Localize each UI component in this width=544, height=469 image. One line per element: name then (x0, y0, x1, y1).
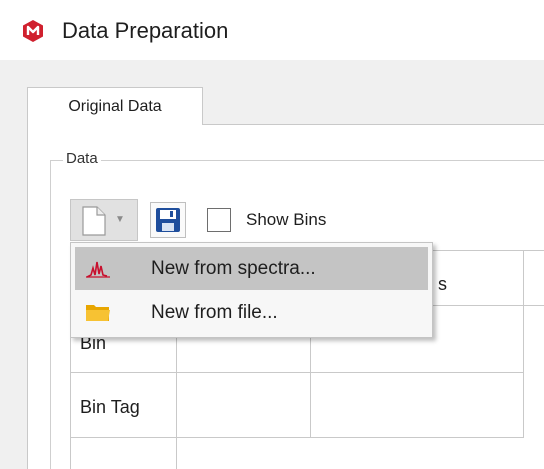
window-title: Data Preparation (62, 18, 229, 43)
menu-item-new-from-spectra[interactable]: New from spectra... (75, 247, 428, 290)
tab-label: Original Data (68, 98, 162, 115)
menu-item-label: New from spectra... (151, 258, 316, 279)
show-bins-label: Show Bins (246, 210, 327, 229)
group-label: Data (63, 148, 101, 170)
chevron-down-icon: ▼ (115, 214, 125, 225)
save-button[interactable] (150, 202, 186, 238)
new-dropdown-menu: New from spectra... New from file... (70, 242, 433, 338)
title-bar: Data Preparation (0, 0, 544, 60)
row-header-bin-tag: Bin Tag (80, 397, 140, 417)
app-logo-icon (23, 20, 43, 42)
menu-item-new-from-file[interactable]: New from file... (75, 291, 428, 334)
menu-item-label: New from file... (151, 302, 278, 323)
save-icon (156, 208, 180, 232)
new-document-icon (82, 206, 106, 236)
grid-column-divider (523, 250, 524, 438)
show-bins-checkbox[interactable] (207, 208, 231, 232)
new-dropdown-button[interactable]: ▼ (70, 199, 138, 241)
grid-row-divider (70, 372, 524, 373)
column-header-fragment: s (438, 274, 447, 294)
tab-original-data[interactable]: Original Data (27, 87, 203, 125)
spectra-icon (86, 261, 110, 278)
folder-icon (86, 305, 110, 321)
grid-row-divider (70, 437, 524, 438)
